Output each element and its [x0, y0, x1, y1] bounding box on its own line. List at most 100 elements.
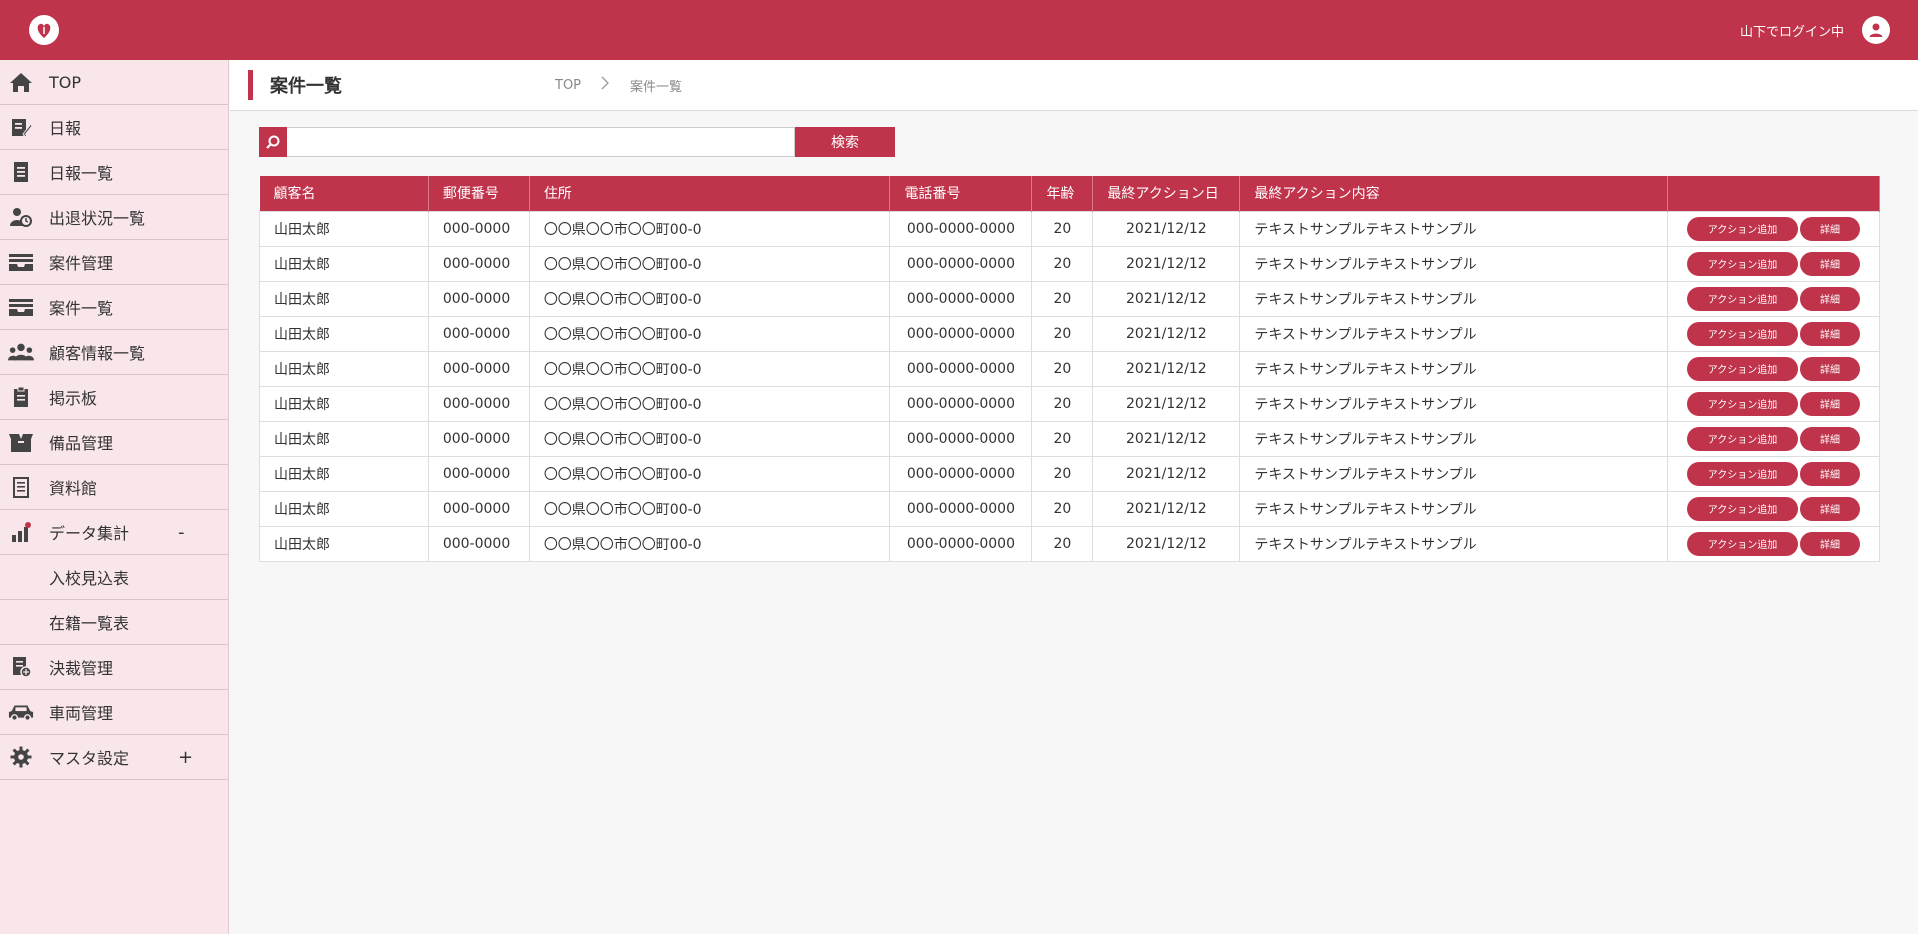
address-cell: 〇〇県〇〇市〇〇町00-0: [528, 280, 891, 317]
logo-icon[interactable]: [28, 14, 60, 46]
detail-button[interactable]: 詳細: [1799, 531, 1860, 556]
sidebar-item-label: 備品管理: [49, 434, 114, 453]
column-header[interactable]: 最終アクション内容: [1239, 176, 1668, 211]
sidebar-item-enrollment-forecast[interactable]: 入校見込表: [0, 555, 228, 600]
row-actions-cell: アクション追加 詳細: [1666, 420, 1881, 457]
sidebar-item-library[interactable]: 資料館: [0, 465, 228, 510]
customer-name-cell: 山田太郎: [259, 315, 429, 352]
postal-code-cell: 000-0000: [427, 385, 530, 422]
table-row: 山田太郎 000-0000 〇〇県〇〇市〇〇町00-0 000-0000-0000 20…: [259, 525, 1881, 562]
chevron-right-icon: [601, 76, 610, 94]
column-header[interactable]: 顧客名: [259, 176, 429, 211]
column-header[interactable]: 郵便番号: [428, 176, 530, 211]
add-action-button[interactable]: アクション追加: [1686, 321, 1798, 346]
sidebar-item-approval[interactable]: 決裁管理: [0, 645, 228, 690]
sidebar-item-attendance-list[interactable]: 出退状況一覧: [0, 195, 228, 240]
phone-cell: 000-0000-0000: [889, 245, 1033, 282]
add-action-button[interactable]: アクション追加: [1686, 356, 1798, 381]
table-row: 山田太郎 000-0000 〇〇県〇〇市〇〇町00-0 000-0000-0000 20…: [259, 490, 1881, 527]
add-action-button[interactable]: アクション追加: [1686, 531, 1798, 556]
customer-name-cell: 山田太郎: [259, 245, 429, 282]
add-action-button[interactable]: アクション追加: [1686, 461, 1798, 486]
detail-button[interactable]: 詳細: [1799, 391, 1860, 416]
add-action-button[interactable]: アクション追加: [1686, 391, 1798, 416]
breadcrumb-top-link[interactable]: TOP: [555, 78, 581, 93]
table-row: 山田太郎 000-0000 〇〇県〇〇市〇〇町00-0 000-0000-0000 20…: [259, 210, 1881, 247]
last-action-date-cell: 2021/12/12: [1092, 280, 1241, 317]
table-body: 山田太郎 000-0000 〇〇県〇〇市〇〇町00-0 000-0000-0000 20…: [259, 210, 1881, 562]
breadcrumb: TOP 案件一覧: [555, 76, 682, 95]
column-header[interactable]: 年齢: [1031, 176, 1094, 211]
customer-name-cell: 山田太郎: [259, 455, 429, 492]
last-action-content-cell: テキストサンプルテキストサンプル: [1239, 210, 1668, 247]
approval-icon: [8, 655, 34, 679]
collapse-toggle[interactable]: -: [178, 522, 185, 543]
detail-button[interactable]: 詳細: [1799, 251, 1860, 276]
table-header-row: 顧客名 郵便番号 住所 電話番号 年齢 最終アクション日 最終アクション内容: [259, 176, 1881, 211]
address-cell: 〇〇県〇〇市〇〇町00-0: [528, 420, 891, 457]
search-button[interactable]: 検索: [795, 127, 895, 157]
sidebar-item-top[interactable]: TOP: [0, 60, 228, 105]
postal-code-cell: 000-0000: [427, 315, 530, 352]
detail-button[interactable]: 詳細: [1799, 356, 1860, 381]
last-action-content-cell: テキストサンプルテキストサンプル: [1239, 385, 1668, 422]
sidebar-item-bulletin-board[interactable]: 掲示板: [0, 375, 228, 420]
detail-button[interactable]: 詳細: [1799, 321, 1860, 346]
edit-icon: [8, 115, 34, 139]
last-action-date-cell: 2021/12/12: [1092, 490, 1241, 527]
column-header[interactable]: 最終アクション日: [1092, 176, 1241, 211]
add-action-button[interactable]: アクション追加: [1686, 426, 1798, 451]
detail-button[interactable]: 詳細: [1799, 426, 1860, 451]
phone-cell: 000-0000-0000: [889, 210, 1033, 247]
postal-code-cell: 000-0000: [427, 490, 530, 527]
sidebar-item-daily-report[interactable]: 日報: [0, 105, 228, 150]
add-action-button[interactable]: アクション追加: [1686, 251, 1798, 276]
sidebar-item-label: 案件一覧: [49, 299, 114, 318]
phone-cell: 000-0000-0000: [889, 525, 1033, 562]
sidebar-item-data-aggregation[interactable]: データ集計 -: [0, 510, 228, 555]
last-action-content-cell: テキストサンプルテキストサンプル: [1239, 525, 1668, 562]
postal-code-cell: 000-0000: [427, 455, 530, 492]
last-action-date-cell: 2021/12/12: [1092, 525, 1241, 562]
sidebar-item-enrollment-list[interactable]: 在籍一覧表: [0, 600, 228, 645]
sidebar-item-project-management[interactable]: 案件管理: [0, 240, 228, 285]
user-avatar-icon[interactable]: [1862, 16, 1890, 44]
search-input[interactable]: [287, 127, 795, 157]
detail-button[interactable]: 詳細: [1799, 461, 1860, 486]
sidebar-item-label: 案件管理: [49, 254, 114, 273]
detail-button[interactable]: 詳細: [1799, 286, 1860, 311]
add-action-button[interactable]: アクション追加: [1686, 216, 1798, 241]
column-header[interactable]: 電話番号: [889, 176, 1033, 211]
login-status-text: 山下でログイン中: [1739, 24, 1844, 40]
sidebar-item-vehicles[interactable]: 車両管理: [0, 690, 228, 735]
users-icon: [8, 340, 34, 364]
sidebar-item-project-list[interactable]: 案件一覧: [0, 285, 228, 330]
age-cell: 20: [1031, 420, 1094, 457]
last-action-content-cell: テキストサンプルテキストサンプル: [1239, 315, 1668, 352]
detail-button[interactable]: 詳細: [1799, 496, 1860, 521]
sidebar-item-customer-list[interactable]: 顧客情報一覧: [0, 330, 228, 375]
sidebar: TOP 日報 日報一覧 出退状況一覧 案件管理 案件一覧 顧客情報一覧 掲示板 …: [0, 60, 229, 934]
column-header[interactable]: 住所: [529, 176, 891, 211]
files-icon: [8, 475, 34, 499]
sidebar-item-master-settings[interactable]: マスタ設定 +: [0, 735, 228, 780]
customer-name-cell: 山田太郎: [259, 490, 429, 527]
column-header: [1667, 176, 1881, 211]
age-cell: 20: [1031, 455, 1094, 492]
postal-code-cell: 000-0000: [427, 420, 530, 457]
sidebar-item-label: 日報: [49, 119, 82, 138]
sidebar-item-daily-report-list[interactable]: 日報一覧: [0, 150, 228, 195]
add-action-button[interactable]: アクション追加: [1686, 286, 1798, 311]
row-actions-cell: アクション追加 詳細: [1666, 385, 1881, 422]
sidebar-item-equipment[interactable]: 備品管理: [0, 420, 228, 465]
table-row: 山田太郎 000-0000 〇〇県〇〇市〇〇町00-0 000-0000-0000 20…: [259, 245, 1881, 282]
clipboard-icon: [8, 385, 34, 409]
sidebar-item-label: 日報一覧: [49, 164, 114, 183]
row-actions-cell: アクション追加 詳細: [1666, 490, 1881, 527]
sidebar-item-label: データ集計: [49, 524, 130, 543]
detail-button[interactable]: 詳細: [1799, 216, 1860, 241]
expand-toggle[interactable]: +: [178, 747, 193, 768]
age-cell: 20: [1031, 315, 1094, 352]
address-cell: 〇〇県〇〇市〇〇町00-0: [528, 315, 891, 352]
add-action-button[interactable]: アクション追加: [1686, 496, 1798, 521]
